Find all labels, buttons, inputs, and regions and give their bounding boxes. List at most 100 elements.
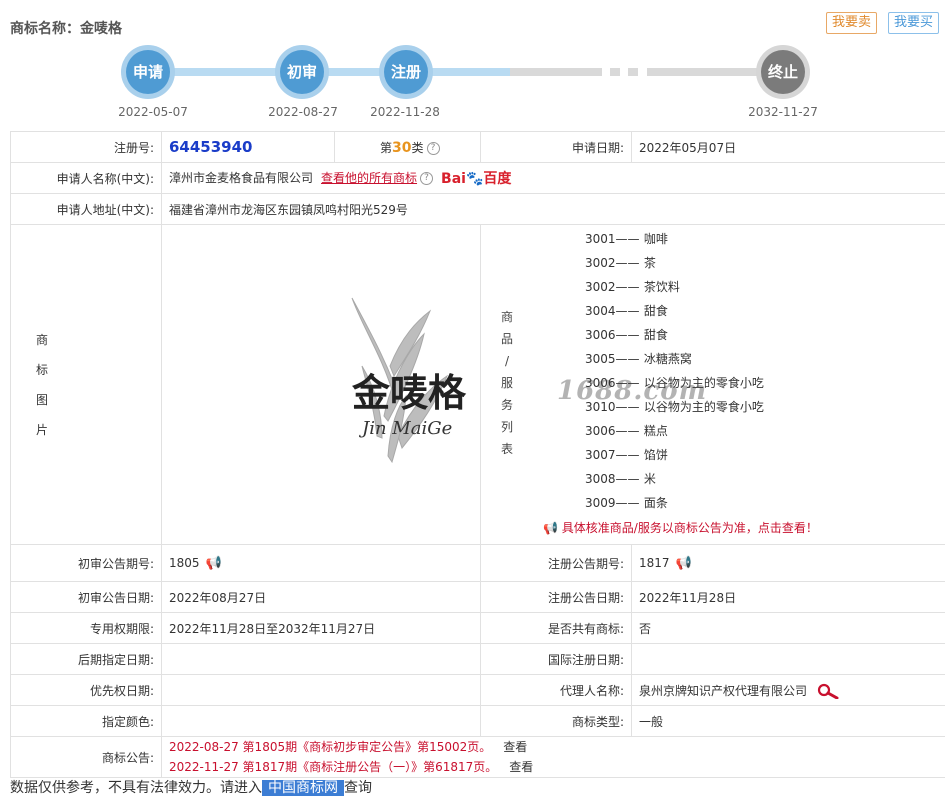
timeline-date: 2022-08-27 [253, 105, 353, 119]
services-label: 商 品 / 服 务 列 表 [501, 306, 513, 460]
timeline-date: 2022-11-28 [355, 105, 455, 119]
timeline-step-label: 初审 [280, 50, 324, 94]
table-row: 申请人名称(中文): 漳州市金麦格食品有限公司查看他的所有商标? Bai🐾百度 [11, 163, 945, 194]
trademark-logo-image: 金唛格 Jin MaiGe [162, 226, 481, 544]
intl-date-value [632, 644, 945, 675]
class-prefix: 第 [380, 141, 392, 155]
list-item: 3005—— 冰糖燕窝 [585, 350, 692, 367]
services-list: 商 品 / 服 务 列 表 3001—— 咖啡 3002—— 茶 3002—— … [481, 226, 945, 544]
list-item: 3001—— 咖啡 [585, 230, 668, 247]
table-row: 申请人地址(中文): 福建省漳州市龙海区东园镇凤鸣村阳光529号 [11, 194, 945, 225]
timeline-dash [628, 68, 638, 76]
sell-button[interactable]: 我要卖 [826, 12, 877, 34]
list-item: 3008—— 米 [585, 470, 656, 487]
address-value: 福建省漳州市龙海区东园镇凤鸣村阳光529号 [162, 194, 945, 225]
shared-label: 是否共有商标: [481, 613, 632, 644]
exclusive-value: 2022年11月28日至2032年11月27日 [162, 613, 481, 644]
address-label: 申请人地址(中文): [11, 194, 162, 225]
prelim-no-value: 1805 [169, 556, 200, 570]
later-date-value [162, 644, 481, 675]
notice-text: 2022-08-27 第1805期《商标初步审定公告》第15002页。 [169, 740, 491, 754]
megaphone-icon: 📢 [543, 521, 558, 535]
list-item: 3006—— 甜食 [585, 326, 668, 343]
later-date-label: 后期指定日期: [11, 644, 162, 675]
search-icon[interactable] [817, 683, 841, 699]
priority-label: 优先权日期: [11, 675, 162, 706]
table-row: 商 标 图 片 金唛格 Jin MaiGe [11, 225, 945, 545]
reg-pub-no-value: 1817 [639, 556, 670, 570]
services-note-link[interactable]: 📢 具体核准商品/服务以商标公告为准，点击查看！ [543, 519, 818, 536]
shared-value: 否 [632, 613, 945, 644]
notice-label: 商标公告: [11, 737, 162, 778]
timeline-step-prelim: 初审 [275, 45, 329, 99]
reg-no-value: 64453940 [169, 138, 253, 156]
trademark-title: 商标名称：金唛格 [10, 18, 122, 38]
list-item: 3009—— 面条 [585, 494, 668, 511]
notice-text: 2022-11-27 第1817期《商标注册公告（一）》第61817页。 [169, 760, 497, 774]
notice-view-link[interactable]: 查看 [509, 760, 533, 774]
color-value [162, 706, 481, 737]
priority-value [162, 675, 481, 706]
exclusive-label: 专用权期限: [11, 613, 162, 644]
timeline-date: 2022-05-07 [103, 105, 203, 119]
notice-cell: 2022-08-27 第1805期《商标初步审定公告》第15002页。查看 20… [162, 737, 945, 778]
type-label: 商标类型: [481, 706, 632, 737]
reg-pub-date-value: 2022年11月28日 [632, 582, 945, 613]
table-row: 后期指定日期: 国际注册日期: [11, 644, 945, 675]
class-suffix: 类 [412, 141, 424, 155]
notice-view-link[interactable]: 查看 [503, 740, 527, 754]
page-header: 商标名称：金唛格 我要卖 我要买 [0, 0, 945, 40]
applicant-value: 漳州市金麦格食品有限公司 [169, 171, 313, 185]
list-item: 3002—— 茶 [585, 254, 656, 271]
megaphone-icon[interactable]: 📢 [676, 556, 692, 571]
megaphone-icon[interactable]: 📢 [206, 556, 222, 571]
logo-label: 商 标 图 片 [11, 225, 162, 545]
prelim-date-label: 初审公告日期: [11, 582, 162, 613]
table-row: 指定颜色: 商标类型: 一般 [11, 706, 945, 737]
reg-no-cell: 64453940 [162, 132, 335, 163]
color-label: 指定颜色: [11, 706, 162, 737]
help-icon[interactable]: ? [420, 172, 433, 185]
help-icon[interactable]: ? [427, 142, 440, 155]
services-cell: 商 品 / 服 务 列 表 3001—— 咖啡 3002—— 茶 3002—— … [481, 225, 945, 545]
reg-no-label: 注册号: [11, 132, 162, 163]
apply-date-value: 2022年05月07日 [632, 132, 945, 163]
buy-button[interactable]: 我要买 [888, 12, 939, 34]
list-item: 3002—— 茶饮料 [585, 278, 680, 295]
table-row: 初审公告期号: 1805 📢 注册公告期号: 1817 📢 [11, 545, 945, 582]
class-cell: 第30类? [335, 132, 481, 163]
reg-pub-no-cell: 1817 📢 [632, 545, 945, 582]
timeline-step-register: 注册 [379, 45, 433, 99]
prelim-no-label: 初审公告期号: [11, 545, 162, 582]
logo-cell: 金唛格 Jin MaiGe 1688.com [162, 225, 481, 545]
timeline-step-label: 注册 [384, 50, 428, 94]
list-item: 2022-08-27 第1805期《商标初步审定公告》第15002页。查看 [169, 737, 938, 757]
trademark-info-table: 注册号: 64453940 第30类? 申请日期: 2022年05月07日 申请… [10, 131, 945, 778]
applicant-label: 申请人名称(中文): [11, 163, 162, 194]
table-row: 优先权日期: 代理人名称: 泉州京牌知识产权代理有限公司 [11, 675, 945, 706]
agent-label: 代理人名称: [481, 675, 632, 706]
list-item: 3007—— 馅饼 [585, 446, 668, 463]
list-item: 3006—— 糕点 [585, 422, 668, 439]
table-row: 初审公告日期: 2022年08月27日 注册公告日期: 2022年11月28日 [11, 582, 945, 613]
timeline-date: 2032-11-27 [733, 105, 833, 119]
list-item: 3006—— 以谷物为主的零食小吃 [585, 374, 764, 391]
disclaimer-footer: 数据仅供参考，不具有法律效力。请进入中国商标网查询 [10, 777, 372, 797]
status-timeline: 申请 初审 注册 终止 2022-05-07 2022-08-27 2022-1… [0, 42, 945, 122]
prelim-no-cell: 1805 📢 [162, 545, 481, 582]
reg-pub-date-label: 注册公告日期: [481, 582, 632, 613]
timeline-bar-blue [150, 68, 510, 76]
agent-cell: 泉州京牌知识产权代理有限公司 [632, 675, 945, 706]
list-item: 3010—— 以谷物为主的零食小吃 [585, 398, 764, 415]
prelim-date-value: 2022年08月27日 [162, 582, 481, 613]
class-number: 30 [392, 140, 411, 156]
apply-date-label: 申请日期: [481, 132, 632, 163]
timeline-step-apply: 申请 [121, 45, 175, 99]
list-item: 3004—— 甜食 [585, 302, 668, 319]
timeline-step-label: 终止 [761, 50, 805, 94]
reg-pub-no-label: 注册公告期号: [481, 545, 632, 582]
logo-cn-text: 金唛格 [351, 370, 467, 415]
trademark-site-link[interactable]: 中国商标网 [262, 780, 344, 796]
baidu-search-icon[interactable]: Bai🐾百度 [441, 168, 511, 188]
all-marks-link[interactable]: 查看他的所有商标 [321, 171, 417, 185]
